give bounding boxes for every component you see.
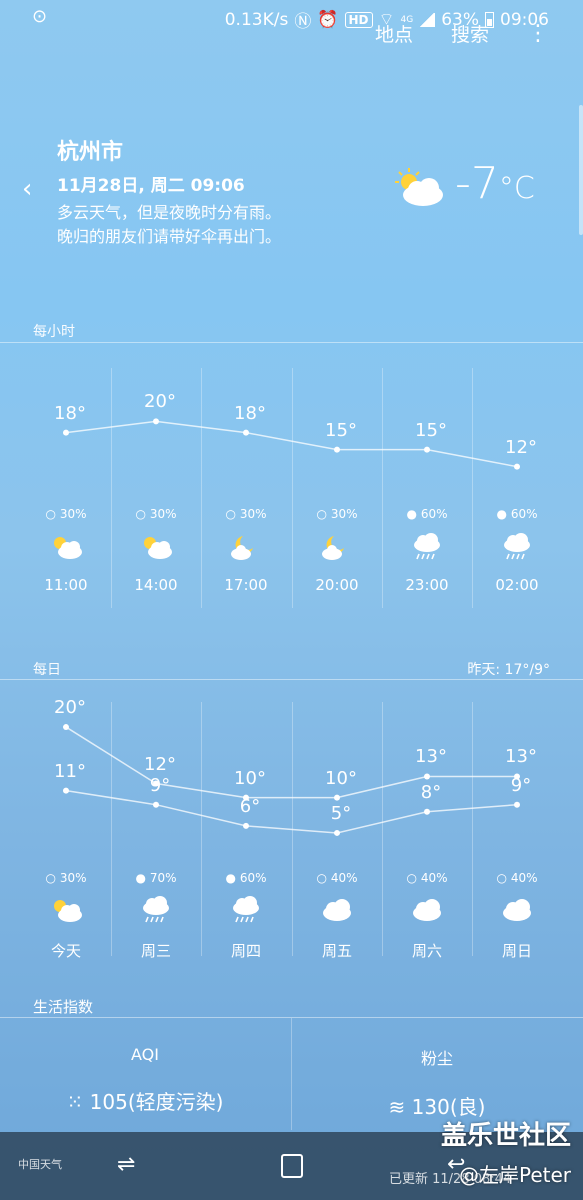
daily-high-point xyxy=(424,773,430,780)
drop-icon: ● xyxy=(135,871,146,885)
dust-icon: ≋ xyxy=(388,1095,412,1119)
daily-high-label: 20° xyxy=(54,697,86,719)
daily-day: 周三 xyxy=(140,942,171,960)
daily-low-label: 11° xyxy=(54,760,86,782)
life-index-label: 生活指数 xyxy=(33,998,94,1016)
daily-high-label: 10° xyxy=(325,767,357,789)
daily-low-point xyxy=(424,808,430,815)
rain-cloud-icon xyxy=(233,896,259,923)
watermark-author: @左岸Peter xyxy=(458,1163,571,1187)
daily-low-point xyxy=(63,787,69,794)
aqi-value-text: 105(轻度污染) xyxy=(89,1090,224,1114)
daily-precip: ● 60% xyxy=(201,871,291,885)
aqi-card[interactable]: AQI ⁙ 105(轻度污染) xyxy=(0,1045,290,1115)
daily-low-label: 9° xyxy=(510,774,532,796)
sun-cloud-icon xyxy=(54,900,82,922)
daily-day: 今天 xyxy=(50,942,81,960)
daily-precip: ○ 30% xyxy=(21,871,111,885)
daily-low-point xyxy=(243,822,249,829)
aqi-title: AQI xyxy=(131,1045,159,1064)
daily-icon-wrap xyxy=(292,895,382,929)
daily-day: 周四 xyxy=(230,942,261,960)
daily-low-point xyxy=(153,801,159,808)
precip-value: 30% xyxy=(59,871,87,885)
daily-high-label: 10° xyxy=(234,767,266,789)
precip-value: 40% xyxy=(420,871,448,885)
precip-value: 70% xyxy=(149,871,177,885)
daily-low-point xyxy=(514,801,520,808)
daily-low-point xyxy=(334,829,340,836)
drop-icon: ● xyxy=(225,871,236,885)
drop-icon: ○ xyxy=(406,871,417,885)
daily-icon-wrap xyxy=(472,895,562,929)
daily-temp-chart xyxy=(63,724,520,836)
daily-precip: ○ 40% xyxy=(292,871,382,885)
daily-precip: ○ 40% xyxy=(382,871,472,885)
daily-day: 周日 xyxy=(501,942,532,960)
daily-high-point xyxy=(334,794,340,801)
home-button-icon[interactable] xyxy=(281,1154,303,1178)
daily-low-label: 8° xyxy=(420,781,442,803)
cloud-icon xyxy=(413,899,441,921)
daily-day: 周五 xyxy=(321,942,352,960)
cloud-icon xyxy=(503,899,531,921)
daily-low-label: 9° xyxy=(149,774,171,796)
daily-high-point xyxy=(63,724,69,731)
dust-card[interactable]: 粉尘 ≋ 130(良) xyxy=(292,1045,582,1120)
daily-precip: ● 70% xyxy=(111,871,201,885)
daily-low-label: 6° xyxy=(239,795,261,817)
daily-high-label: 13° xyxy=(415,746,447,768)
daily-low-label: 5° xyxy=(330,802,352,824)
daily-icon-wrap xyxy=(201,895,291,929)
recent-apps-icon[interactable]: ⇌ xyxy=(117,1152,135,1177)
precip-value: 40% xyxy=(330,871,358,885)
precip-value: 60% xyxy=(239,871,267,885)
drop-icon: ○ xyxy=(316,871,327,885)
drop-icon: ○ xyxy=(496,871,507,885)
drop-icon: ○ xyxy=(45,871,56,885)
daily-icon-wrap xyxy=(382,895,472,929)
daily-icon-wrap xyxy=(21,895,111,929)
aqi-value: ⁙ 105(轻度污染) xyxy=(0,1086,290,1115)
cloud-icon xyxy=(323,899,351,921)
daily-precip: ○ 40% xyxy=(472,871,562,885)
precip-value: 40% xyxy=(510,871,538,885)
aqi-icon: ⁙ xyxy=(66,1090,90,1114)
daily-high-label: 12° xyxy=(144,753,176,775)
weather-logo: 中国天气 xyxy=(18,1158,62,1171)
dust-title: 粉尘 xyxy=(420,1049,453,1068)
watermark-title: 盖乐世社区 xyxy=(440,1121,571,1151)
daily-icon-wrap xyxy=(111,895,201,929)
daily-high-label: 13° xyxy=(505,746,537,768)
daily-day: 周六 xyxy=(411,942,442,960)
rain-cloud-icon xyxy=(143,896,169,923)
